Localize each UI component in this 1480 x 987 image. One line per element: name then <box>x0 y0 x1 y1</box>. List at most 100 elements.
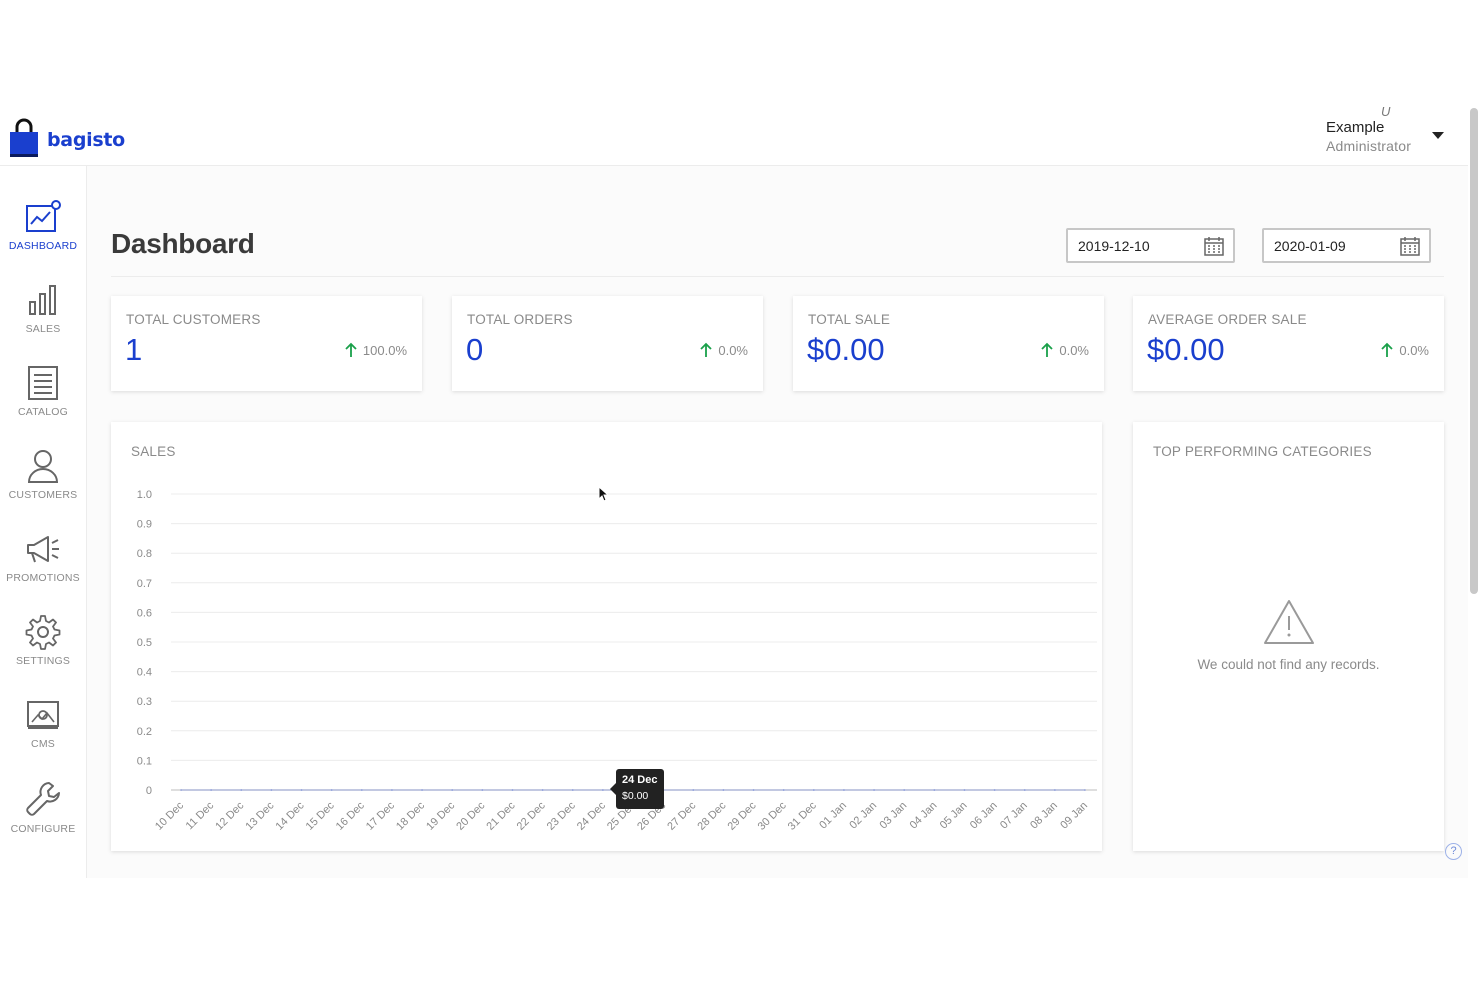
x-tick-label: 01 Jan <box>817 800 849 832</box>
data-point <box>270 789 273 791</box>
start-date-field[interactable]: 2019-12-10 <box>1066 228 1235 263</box>
x-tick-label: 03 Jan <box>877 800 909 832</box>
data-point <box>873 789 875 791</box>
stat-label: TOTAL CUSTOMERS <box>126 312 261 327</box>
stat-change-value: 0.0% <box>1399 342 1429 358</box>
x-tick-label: 14 Dec <box>274 799 307 832</box>
scrollbar-thumb[interactable] <box>1470 108 1478 594</box>
data-point <box>541 789 544 791</box>
sidebar-item-customers[interactable]: CUSTOMERS <box>0 448 86 526</box>
bar-chart-icon <box>29 285 56 315</box>
stat-change: 0.0% <box>1381 342 1429 358</box>
sidebar-item-label: SETTINGS <box>15 655 71 667</box>
y-tick-label: 0.5 <box>137 637 152 649</box>
sidebar-item-sales[interactable]: SALES <box>0 282 86 360</box>
x-tick-label: 24 Dec <box>575 799 608 832</box>
x-tick-label: 22 Dec <box>515 799 548 832</box>
caret-down-icon[interactable] <box>1432 132 1444 139</box>
sidebar-item-settings[interactable]: SETTINGS <box>0 614 86 692</box>
data-point <box>180 789 182 791</box>
top-header: bagisto U Example Administrator <box>0 104 1468 166</box>
wrench-icon <box>26 782 60 816</box>
data-point <box>300 789 303 791</box>
stat-card-average-order-sale: AVERAGE ORDER SALE $0.00 0.0% <box>1133 296 1444 391</box>
end-date-value: 2020-01-09 <box>1274 238 1346 254</box>
profile-menu[interactable]: Example Administrator <box>1326 118 1411 155</box>
x-tick-label: 20 Dec <box>454 799 487 832</box>
x-tick-label: 27 Dec <box>665 799 698 832</box>
sidebar-item-label: DASHBOARD <box>8 240 78 252</box>
data-point <box>933 789 936 791</box>
data-point <box>602 789 604 791</box>
profile-hint: U <box>1381 104 1391 119</box>
empty-state: We could not find any records. <box>1133 598 1444 672</box>
x-tick-label: 06 Jan <box>968 800 1000 832</box>
profile-role: Administrator <box>1326 138 1412 154</box>
sidebar-item-promotions[interactable]: PROMOTIONS <box>0 531 86 609</box>
stat-value: 1 <box>125 332 143 367</box>
calendar-icon[interactable] <box>1204 236 1224 256</box>
stat-card-total-customers: TOTAL CUSTOMERS 1 100.0% <box>111 296 422 391</box>
help-icon[interactable]: ? <box>1445 843 1462 860</box>
x-tick-label: 11 Dec <box>184 799 217 832</box>
y-tick-label: 0.8 <box>137 548 152 560</box>
sidebar-item-cms[interactable]: CMS <box>0 697 86 775</box>
arrow-up-icon <box>1041 342 1053 357</box>
start-date-value: 2019-12-10 <box>1078 238 1150 254</box>
data-point <box>511 789 514 791</box>
brand-logo[interactable]: bagisto <box>9 118 125 158</box>
y-tick-label: 0 <box>146 785 152 797</box>
data-point <box>722 789 725 791</box>
tooltip-title: 24 Dec <box>622 774 658 786</box>
calendar-icon[interactable] <box>1400 236 1420 256</box>
sidebar-item-catalog[interactable]: CATALOG <box>0 365 86 443</box>
y-tick-label: 0.9 <box>137 519 152 531</box>
stat-card-total-sale: TOTAL SALE $0.00 0.0% <box>793 296 1104 391</box>
admin-app: bagisto U Example Administrator DASHBOAR… <box>0 104 1468 878</box>
title-divider <box>111 276 1444 277</box>
data-point <box>451 789 454 791</box>
chart-tooltip: 24 Dec $0.00 <box>610 769 664 809</box>
x-tick-label: 16 Dec <box>334 799 367 832</box>
x-tick-label: 30 Dec <box>756 799 789 832</box>
y-tick-label: 0.7 <box>137 578 152 590</box>
end-date-field[interactable]: 2020-01-09 <box>1262 228 1431 263</box>
x-tick-label: 15 Dec <box>304 799 337 832</box>
catalog-list-icon <box>28 366 58 400</box>
stat-change: 0.0% <box>1041 342 1089 358</box>
data-point <box>210 789 212 791</box>
x-tick-label: 04 Jan <box>908 800 940 832</box>
sidebar-item-configure[interactable]: CONFIGURE <box>0 780 86 858</box>
brand-name: bagisto <box>47 129 125 151</box>
sidebar-item-label: CMS <box>31 738 55 750</box>
x-tick-label: 10 Dec <box>153 799 186 832</box>
sidebar: DASHBOARD SALES CATALOG CUSTOMERS PROMOT… <box>0 166 87 878</box>
sidebar-item-label: PROMOTIONS <box>6 572 80 584</box>
tooltip-value: $0.00 <box>622 790 649 802</box>
page-scrollbar[interactable] <box>1469 108 1479 594</box>
data-point <box>692 789 695 791</box>
empty-state-text: We could not find any records. <box>1197 657 1380 672</box>
cms-icon <box>27 701 59 729</box>
data-point <box>330 789 333 791</box>
x-tick-label: 17 Dec <box>364 799 397 832</box>
x-tick-label: 07 Jan <box>998 800 1030 832</box>
x-tick-label: 31 Dec <box>786 799 819 832</box>
stat-label: TOTAL ORDERS <box>467 312 573 327</box>
stat-value: $0.00 <box>807 332 885 367</box>
data-point <box>421 789 423 791</box>
x-tick-label: 12 Dec <box>213 799 246 832</box>
data-point <box>993 789 996 791</box>
x-tick-label: 23 Dec <box>545 799 578 832</box>
y-tick-label: 0.6 <box>137 607 152 619</box>
y-tick-label: 1.0 <box>137 489 152 501</box>
x-tick-label: 08 Jan <box>1028 800 1060 832</box>
x-tick-label: 29 Dec <box>726 799 759 832</box>
y-tick-label: 0.2 <box>137 726 152 738</box>
sidebar-item-dashboard[interactable]: DASHBOARD <box>0 199 86 277</box>
x-tick-label: 28 Dec <box>695 799 728 832</box>
stat-change-value: 0.0% <box>718 342 748 358</box>
sidebar-item-label: CONFIGURE <box>10 823 76 835</box>
data-point <box>481 789 484 791</box>
stat-card-total-orders: TOTAL ORDERS 0 0.0% <box>452 296 763 391</box>
